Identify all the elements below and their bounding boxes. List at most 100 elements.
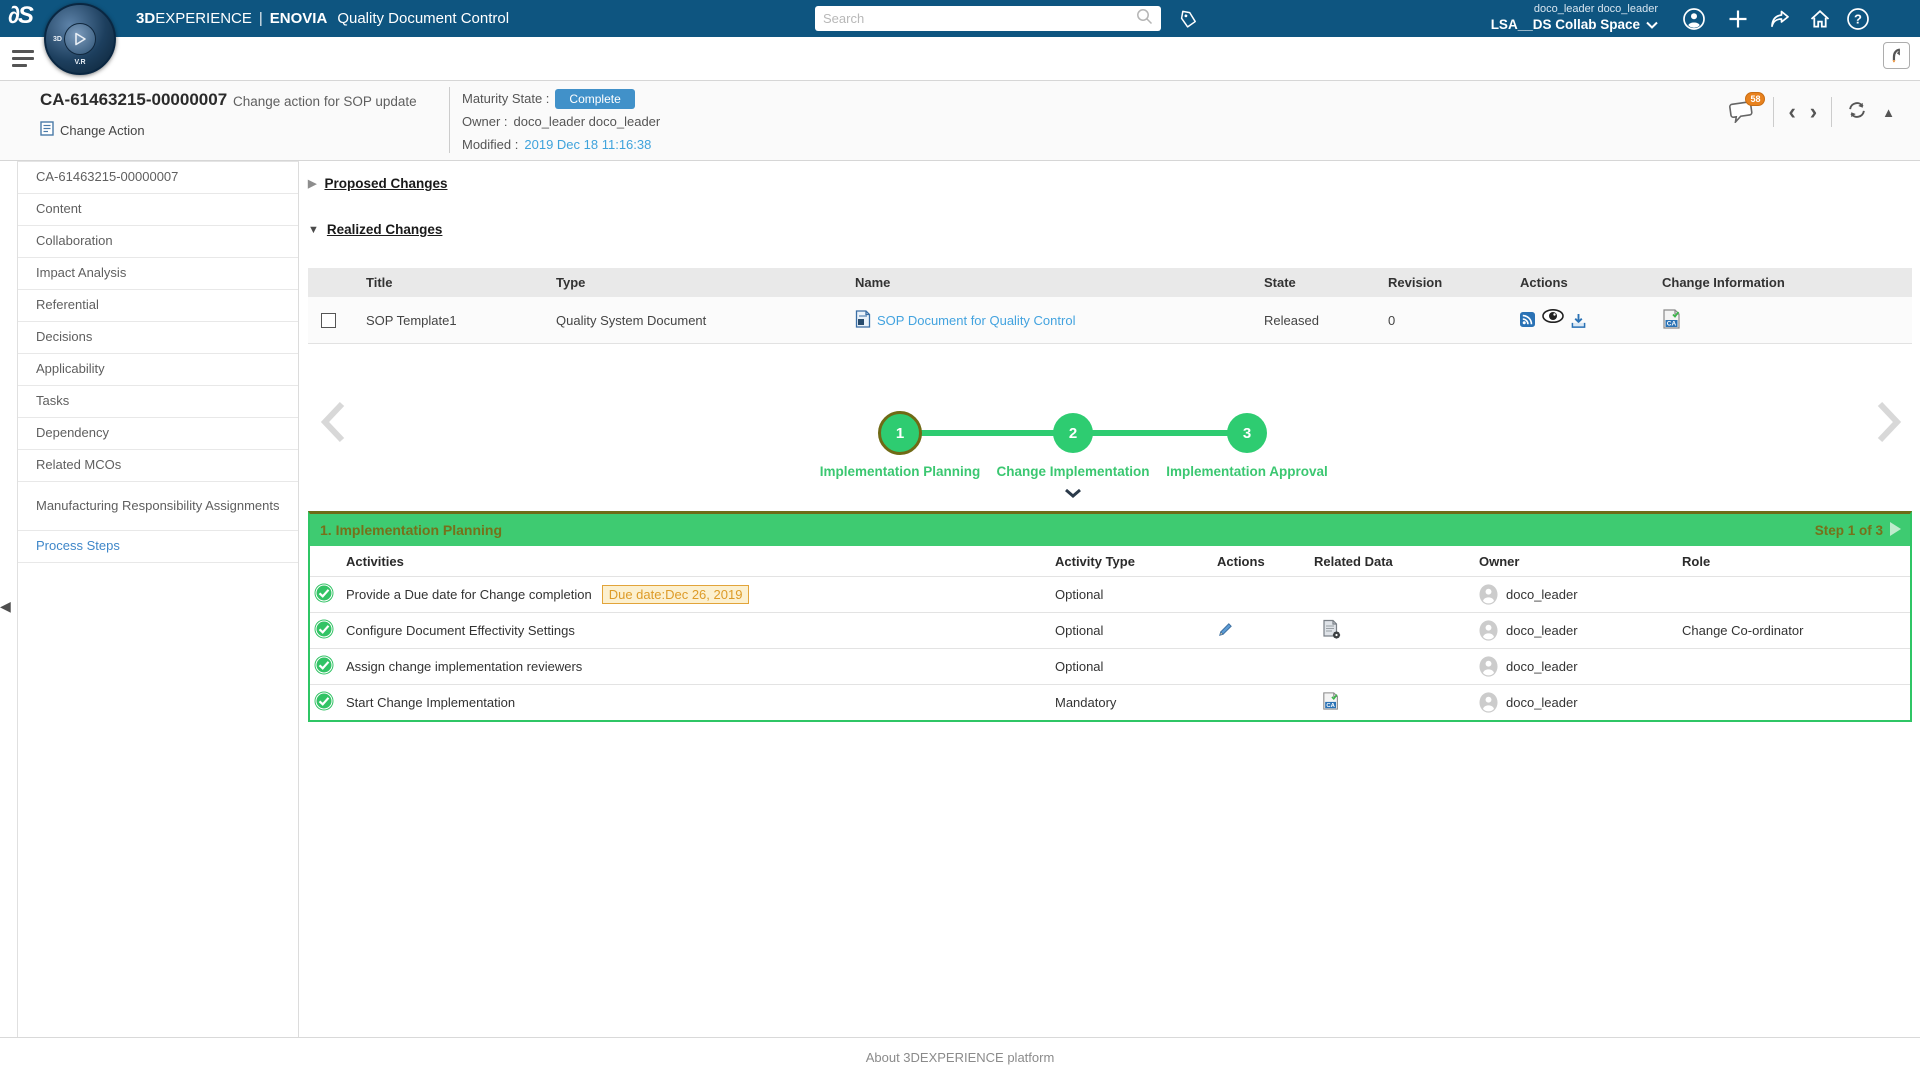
home-icon[interactable] — [1808, 7, 1832, 31]
completed-check-icon — [314, 655, 334, 678]
chevron-down-icon[interactable] — [1646, 17, 1658, 34]
avatar — [1479, 620, 1498, 641]
user-icon[interactable] — [1682, 7, 1706, 31]
realized-changes-title[interactable]: Realized Changes — [327, 222, 443, 237]
sidebar-item-manufacturing-responsibility[interactable]: Manufacturing Responsibility Assignments — [18, 482, 298, 531]
sidebar-item-related-mcos[interactable]: Related MCOs — [18, 450, 298, 482]
owner-name: doco_leader — [1506, 695, 1578, 710]
completed-check-icon — [314, 691, 334, 714]
role-value: Change Co-ordinator — [1682, 623, 1804, 638]
step-panel-header: 1. Implementation Planning Step 1 of 3 — [310, 514, 1910, 546]
3ds-logo-icon[interactable]: ∂S — [8, 2, 34, 30]
collapse-icon[interactable]: ▼ — [308, 224, 319, 236]
tag-icon[interactable] — [1176, 7, 1200, 31]
header-type: Type — [556, 275, 586, 290]
sidebar-item-dependency[interactable]: Dependency — [18, 418, 298, 450]
sidebar-item-tasks[interactable]: Tasks — [18, 386, 298, 418]
about-link[interactable]: About 3DEXPERIENCE platform — [866, 1050, 1055, 1080]
sidebar-item-object-id[interactable]: CA-61463215-00000007 — [18, 162, 298, 194]
user-block[interactable]: doco_leader doco_leader LSA__DS Collab S… — [1491, 3, 1658, 34]
collapse-header-icon[interactable]: ▲ — [1882, 105, 1895, 120]
carousel-next-icon[interactable] — [1874, 400, 1904, 449]
sidebar-item-referential[interactable]: Referential — [18, 290, 298, 322]
maturity-label: Maturity State : — [462, 91, 550, 106]
activity-row: Configure Document Effectivity Settings … — [310, 612, 1910, 648]
realized-changes-table: Title Type Name State Revision Actions C… — [308, 268, 1912, 344]
refresh-icon[interactable] — [1846, 99, 1868, 126]
avatar — [1479, 584, 1498, 605]
wizard-step-2-circle[interactable]: 2 — [1053, 413, 1093, 453]
brand-3d: 3D — [136, 10, 156, 27]
wizard-step-1-circle[interactable]: 1 — [878, 411, 922, 455]
wizard-scroll-down-icon[interactable] — [1064, 485, 1082, 503]
help-icon[interactable]: ? — [1846, 7, 1870, 31]
wizard-step-3-label[interactable]: Implementation Approval — [1137, 464, 1357, 479]
sidebar-item-content[interactable]: Content — [18, 194, 298, 226]
related-data-icon[interactable] — [1322, 619, 1342, 643]
sidebar-collapse-icon[interactable]: ◀ — [0, 598, 11, 615]
header-activity-type: Activity Type — [1055, 553, 1135, 569]
object-description: Change action for SOP update — [233, 94, 417, 109]
svg-text:CA: CA — [1667, 320, 1677, 327]
app-brand: 3DEXPERIENCE | ENOVIA Quality Document Cont… — [136, 10, 509, 27]
comments-count-badge: 58 — [1745, 92, 1766, 106]
compass-play-icon[interactable] — [64, 23, 96, 55]
edit-icon[interactable] — [1217, 622, 1234, 641]
preview-icon[interactable] — [1542, 308, 1564, 332]
header-state: State — [1264, 275, 1296, 290]
compass-icon[interactable]: 3D V.R — [44, 3, 116, 75]
carousel-previous-icon[interactable] — [318, 400, 348, 449]
change-action-document-icon[interactable]: CA — [1322, 692, 1341, 714]
proposed-changes-title[interactable]: Proposed Changes — [324, 176, 447, 191]
activity-type: Optional — [1055, 623, 1104, 638]
svg-text:?: ? — [1854, 12, 1862, 27]
activity-label: Start Change Implementation — [346, 695, 516, 710]
maturity-state-button[interactable]: Complete — [555, 88, 635, 109]
brand-experience: EXPERIENCE — [155, 10, 252, 27]
comments-icon[interactable]: 58 — [1729, 92, 1766, 125]
download-icon[interactable] — [1571, 313, 1586, 332]
modified-label: Modified : — [462, 137, 519, 152]
compass-3d-label: 3D — [53, 36, 62, 43]
cell-type: Quality System Document — [556, 312, 707, 328]
wizard-step-3-circle[interactable]: 3 — [1227, 413, 1267, 453]
owner-name: doco_leader — [1506, 659, 1578, 674]
svg-text:CA: CA — [1326, 703, 1335, 709]
context-details: Maturity State : Complete Owner : doco_l… — [462, 87, 660, 156]
cell-change-information: CA — [1652, 308, 1912, 333]
realized-changes-section[interactable]: ▼ Realized Changes — [308, 222, 442, 237]
previous-icon[interactable]: ‹ — [1788, 101, 1795, 123]
share-icon[interactable] — [1768, 7, 1792, 31]
next-icon[interactable]: › — [1810, 101, 1817, 123]
add-icon[interactable] — [1726, 7, 1750, 31]
menu-icon[interactable] — [12, 50, 34, 71]
search-icon[interactable] — [1136, 8, 1153, 30]
activity-label: Assign change implementation reviewers — [346, 659, 583, 674]
change-action-info-icon[interactable]: CA — [1662, 308, 1683, 333]
panel-toggle-icon[interactable] — [1883, 42, 1910, 69]
avatar — [1479, 692, 1498, 713]
search-box[interactable] — [815, 6, 1161, 31]
header-name: Name — [855, 275, 891, 290]
row-checkbox[interactable] — [320, 312, 336, 328]
activity-row: Start Change Implementation Mandatory CA… — [310, 684, 1910, 720]
header-owner: Owner — [1479, 553, 1520, 569]
sidebar-item-process-steps[interactable]: Process Steps — [18, 531, 298, 563]
header-actions: Actions — [1520, 275, 1568, 290]
sidebar-item-collaboration[interactable]: Collaboration — [18, 226, 298, 258]
expand-icon[interactable]: ▶ — [308, 177, 316, 190]
sidebar-item-applicability[interactable]: Applicability — [18, 354, 298, 386]
document-link[interactable]: SOP Document for Quality Control — [877, 313, 1075, 328]
search-input[interactable] — [823, 11, 1136, 26]
next-step-icon[interactable] — [1888, 521, 1902, 540]
sidebar-item-impact-analysis[interactable]: Impact Analysis — [18, 258, 298, 290]
subscribe-icon[interactable] — [1520, 311, 1535, 332]
collab-space-label: LSA__DS Collab Space — [1490, 16, 1640, 32]
top-bar: ∂S 3DEXPERIENCE | ENOVIA Quality Document C… — [0, 0, 1920, 75]
activity-type: Optional — [1055, 587, 1104, 602]
document-icon — [855, 309, 871, 331]
proposed-changes-section[interactable]: ▶ Proposed Changes — [308, 176, 448, 191]
due-date-chip: Due date:Dec 26, 2019 — [601, 585, 750, 604]
sidebar-item-decisions[interactable]: Decisions — [18, 322, 298, 354]
activity-row: Provide a Due date for Change completion… — [310, 576, 1910, 612]
